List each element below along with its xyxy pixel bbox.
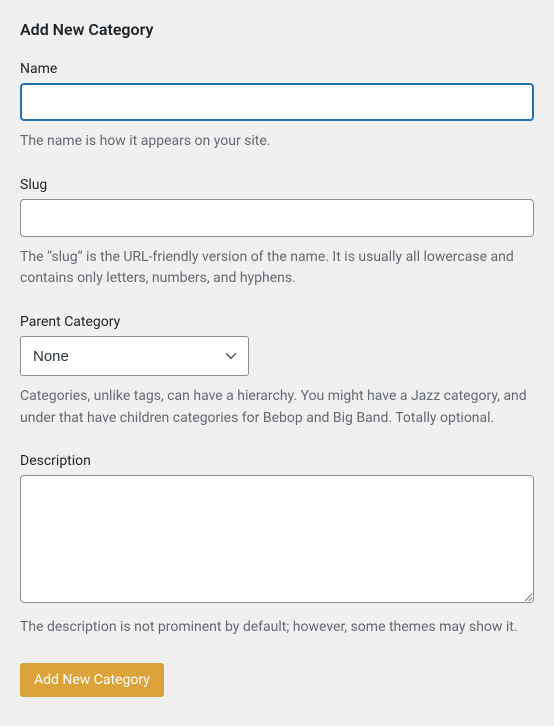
slug-input[interactable] [20,199,534,237]
name-input[interactable] [20,83,534,121]
name-label: Name [20,61,534,77]
name-help-text: The name is how it appears on your site. [20,131,534,153]
parent-select[interactable]: None [20,336,249,376]
page-heading: Add New Category [20,20,534,39]
parent-field-wrapper: Parent Category None Categories, unlike … [20,314,534,429]
description-label: Description [20,453,534,469]
parent-help-text: Categories, unlike tags, can have a hier… [20,386,534,429]
slug-field-wrapper: Slug The “slug” is the URL-friendly vers… [20,177,534,290]
slug-label: Slug [20,177,534,193]
parent-label: Parent Category [20,314,534,330]
description-field-wrapper: Description The description is not promi… [20,453,534,639]
name-field-wrapper: Name The name is how it appears on your … [20,61,534,153]
description-textarea[interactable] [20,475,534,603]
add-category-button[interactable]: Add New Category [20,663,164,697]
description-help-text: The description is not prominent by defa… [20,617,534,639]
slug-help-text: The “slug” is the URL-friendly version o… [20,247,534,290]
